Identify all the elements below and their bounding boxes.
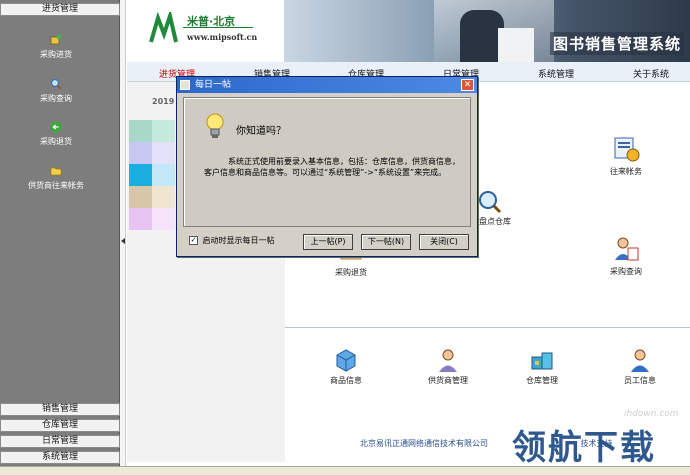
- calendar-cell[interactable]: [129, 120, 152, 142]
- app-title: 图书销售管理系统: [549, 32, 684, 55]
- sidebar-group-daily[interactable]: 日常管理: [0, 435, 120, 448]
- shortcut-purchase-search[interactable]: 采购查询: [601, 234, 651, 277]
- dialog-title: 每日一帖: [195, 80, 232, 90]
- sidebar-item-label: 采购退货: [40, 137, 72, 146]
- calendar-cell[interactable]: [152, 164, 175, 186]
- warehouse-check-icon: [479, 191, 502, 214]
- sidebar-item-purchase-return[interactable]: 采购退货: [0, 121, 112, 147]
- shortcut-warehouse[interactable]: 仓库管理: [519, 347, 565, 386]
- show-on-startup-label: 启动时显示每日一帖: [202, 236, 275, 245]
- calendar-year: 2019: [152, 97, 175, 106]
- warehouse-icon: [531, 352, 553, 370]
- sidebar-item-label: 采购进货: [40, 50, 72, 59]
- shortcut-label: 仓库管理: [526, 376, 558, 385]
- nav-item-system[interactable]: 系统管理: [538, 67, 574, 80]
- sidebar: 进货管理 采购进货 采购查询 采购退货 供货商往来帐务 销售管理 仓库管理 日常…: [0, 0, 120, 475]
- accounts-icon: [614, 137, 640, 162]
- shortcut-label: 盘点仓库: [479, 217, 511, 226]
- logo-url: www.mipsoft.cn: [187, 32, 258, 42]
- sidebar-group-system[interactable]: 系统管理: [0, 451, 120, 464]
- calendar-cell[interactable]: [152, 208, 175, 230]
- shortcut-label: 采购退货: [335, 268, 367, 277]
- folder-icon: [50, 167, 62, 176]
- calendar-cell[interactable]: [152, 186, 175, 208]
- sidebar-item-label: 采购查询: [40, 94, 72, 103]
- window-icon: [180, 80, 190, 90]
- sidebar-group-sales[interactable]: 销售管理: [0, 403, 120, 416]
- collapse-arrow-icon[interactable]: [121, 238, 125, 244]
- sidebar-item-supplier-accounts[interactable]: 供货商往来帐务: [0, 165, 112, 191]
- calendar-cell[interactable]: [152, 120, 175, 142]
- supplier-icon: [439, 349, 457, 372]
- calendar-cell[interactable]: [129, 208, 152, 230]
- show-on-startup-checkbox[interactable]: ✓: [189, 236, 198, 245]
- next-tip-button[interactable]: 下一帖(N): [361, 234, 411, 250]
- calendar-cell[interactable]: [129, 186, 152, 208]
- dialog-body: 系统正式使用前要录入基本信息，包括：仓库信息，供货商信息，客户信息和商品信息等。…: [204, 157, 460, 177]
- sidebar-item-purchase-search[interactable]: 采购查询: [0, 78, 112, 104]
- sidebar-item-label: 供货商往来帐务: [28, 181, 84, 190]
- calendar-cell[interactable]: [129, 142, 152, 164]
- shortcut-accounts[interactable]: 往来帐务: [601, 134, 651, 177]
- lower-shortcuts: 商品信息 供货商管理 仓库管理 员工信息: [285, 327, 690, 407]
- dialog-heading: 你知道吗？: [236, 126, 286, 137]
- shortcut-label: 供货商管理: [428, 376, 468, 385]
- shortcut-label: 员工信息: [624, 376, 656, 385]
- logo: 米普·北京 www.mipsoft.cn: [127, 0, 284, 62]
- sidebar-item-purchase-in[interactable]: 采购进货: [0, 34, 112, 60]
- show-on-startup-row[interactable]: ✓ 启动时显示每日一帖: [189, 235, 275, 246]
- shortcut-label: 商品信息: [330, 376, 362, 385]
- sidebar-group-warehouse[interactable]: 仓库管理: [0, 419, 120, 432]
- tip-of-the-day-dialog: 每日一帖 ✕ 你知道吗？ 系统正式使用前要录入基本信息，包括：仓库信息，供货商信…: [176, 76, 478, 257]
- return-arrow-icon: [50, 121, 62, 133]
- watermark-url: ihdown.com: [624, 409, 679, 419]
- close-button[interactable]: 关闭(C): [419, 234, 469, 250]
- employee-icon: [631, 349, 649, 372]
- calendar-cell[interactable]: [129, 164, 152, 186]
- dialog-panel: 你知道吗？ 系统正式使用前要录入基本信息，包括：仓库信息，供货商信息，客户信息和…: [183, 97, 471, 227]
- logo-divider: [183, 27, 253, 28]
- dialog-titlebar[interactable]: 每日一帖: [177, 77, 477, 93]
- purchase-search-icon: [615, 237, 639, 261]
- search-icon: [50, 78, 62, 90]
- nav-item-about[interactable]: 关于系统: [633, 67, 669, 80]
- purchase-in-icon: [50, 34, 62, 45]
- lightbulb-icon: [206, 113, 224, 138]
- shortcut-label: 采购查询: [610, 267, 642, 276]
- prev-tip-button[interactable]: 上一帖(P): [303, 234, 353, 250]
- product-info-icon: [336, 349, 356, 372]
- sidebar-group-purchase[interactable]: 进货管理: [0, 3, 120, 16]
- shortcut-supplier[interactable]: 供货商管理: [421, 347, 475, 386]
- shortcut-employee[interactable]: 员工信息: [617, 347, 663, 386]
- footer-company: 北京易讯正通网络通信技术有限公司: [360, 439, 488, 448]
- banner-shirt: [498, 28, 534, 62]
- shortcut-label: 往来帐务: [610, 167, 642, 176]
- calendar-cell[interactable]: [152, 142, 175, 164]
- header-banner: 图书销售管理系统: [284, 0, 690, 62]
- close-icon[interactable]: ✕: [461, 79, 474, 91]
- mipsoft-logo-icon: [149, 12, 178, 43]
- shortcut-product-info[interactable]: 商品信息: [323, 347, 369, 386]
- watermark-text: 领航下载: [512, 428, 656, 468]
